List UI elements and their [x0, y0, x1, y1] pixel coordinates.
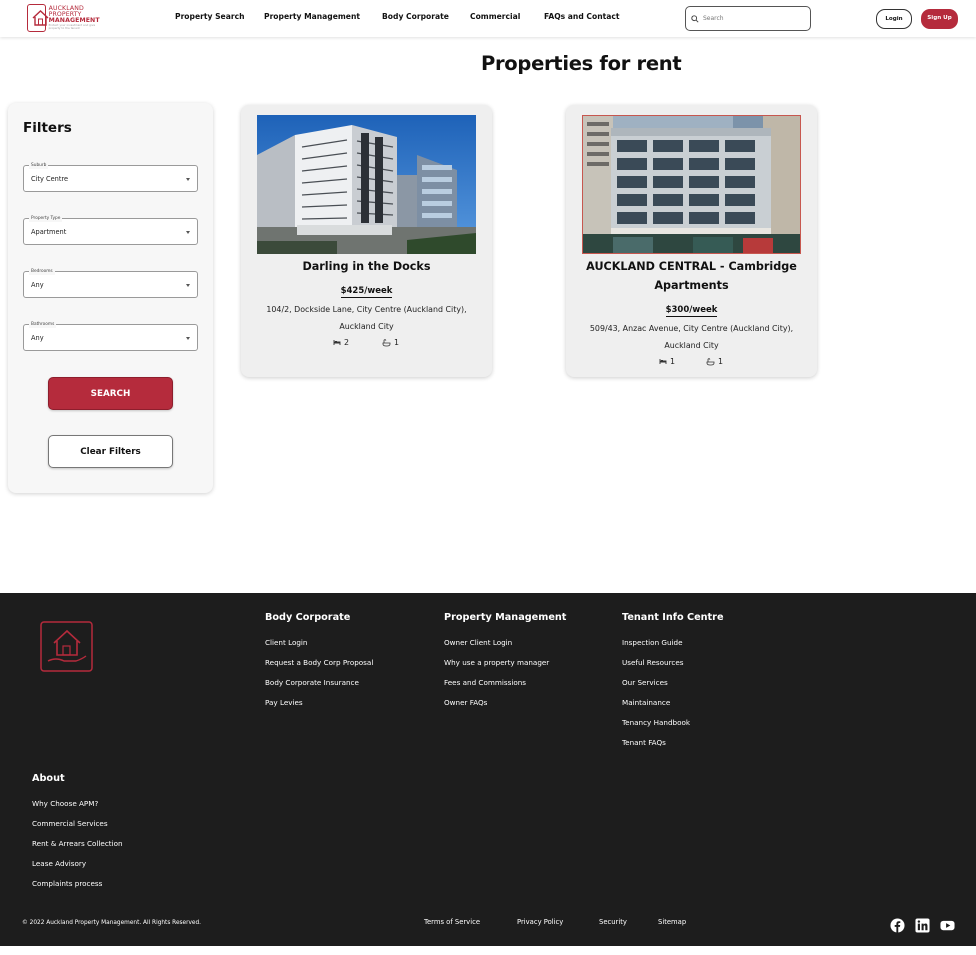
privacy-link[interactable]: Privacy Policy: [517, 918, 563, 926]
bath-icon: [706, 357, 715, 365]
nav-body-corporate[interactable]: Body Corporate: [382, 12, 449, 21]
linkedin-icon[interactable]: [915, 918, 930, 933]
terms-link[interactable]: Terms of Service: [424, 918, 480, 926]
footer-heading-property-management: Property Management: [444, 612, 567, 623]
footer-link[interactable]: Useful Resources: [622, 658, 684, 667]
bath-icon: [382, 338, 391, 346]
bedrooms-feature: 1: [659, 357, 675, 366]
footer-link[interactable]: Request a Body Corp Proposal: [265, 658, 373, 667]
suburb-label: Suburb: [29, 162, 49, 169]
bathrooms-feature: 1: [706, 357, 723, 366]
listing-price: $425/week: [241, 286, 492, 298]
footer-link[interactable]: Owner FAQs: [444, 698, 487, 707]
footer-link[interactable]: Complaints process: [32, 879, 102, 888]
youtube-icon[interactable]: [940, 918, 955, 933]
suburb-select[interactable]: Suburb City Centre: [23, 162, 198, 192]
search-button[interactable]: SEARCH: [48, 377, 173, 410]
suburb-value: City Centre: [31, 175, 69, 183]
footer-link[interactable]: Lease Advisory: [32, 859, 86, 868]
property-type-value: Apartment: [31, 228, 67, 236]
footer-heading-about: About: [32, 773, 65, 784]
bedrooms-value: Any: [31, 281, 44, 289]
bedrooms-feature: 2: [333, 338, 349, 347]
listing-title-line-2[interactable]: Apartments: [566, 276, 817, 295]
bathrooms-count: 1: [394, 338, 400, 347]
search-icon: [691, 14, 699, 23]
property-type-select[interactable]: Property Type Apartment: [23, 215, 198, 245]
bedrooms-count: 1: [670, 357, 676, 366]
bathrooms-feature: 1: [382, 338, 399, 347]
footer-link[interactable]: Pay Levies: [265, 698, 303, 707]
listing-address-line-2: Auckland City: [664, 341, 719, 350]
filters-title: Filters: [23, 120, 72, 136]
bathrooms-label: Bathrooms: [29, 321, 57, 328]
facebook-icon[interactable]: [890, 918, 905, 933]
bed-icon: [659, 359, 667, 364]
login-button[interactable]: Login: [876, 9, 912, 29]
house-hand-logo-icon[interactable]: [40, 621, 93, 672]
footer-heading-tenant-info: Tenant Info Centre: [622, 612, 724, 623]
listing-card[interactable]: AUCKLAND CENTRAL - Cambridge Apartments …: [566, 105, 817, 377]
signup-button[interactable]: Sign Up: [921, 9, 958, 29]
footer-link[interactable]: Client Login: [265, 638, 307, 647]
site-footer: Body Corporate Client Login Request a Bo…: [0, 593, 976, 946]
listing-address-line-1: 104/2, Dockside Lane, City Centre (Auckl…: [266, 305, 467, 314]
footer-link[interactable]: Why use a property manager: [444, 658, 549, 667]
clear-filters-button[interactable]: Clear Filters: [48, 435, 173, 468]
property-type-label: Property Type: [29, 215, 63, 222]
bed-icon: [333, 340, 341, 345]
bathrooms-value: Any: [31, 334, 44, 342]
footer-link[interactable]: Tenancy Handbook: [622, 718, 690, 727]
chevron-down-icon: [186, 231, 190, 234]
price-value: $300/week: [665, 305, 718, 317]
footer-link[interactable]: Body Corporate Insurance: [265, 678, 359, 687]
sitemap-link[interactable]: Sitemap: [658, 918, 686, 926]
site-header: AUCKLAND PROPERTY MANAGEMENT Protect you…: [0, 0, 976, 37]
listing-title-line-1[interactable]: AUCKLAND CENTRAL - Cambridge: [566, 257, 817, 276]
nav-faqs-contact[interactable]: FAQs and Contact: [544, 12, 620, 21]
page-title: Properties for rent: [481, 52, 682, 75]
bedrooms-select[interactable]: Bedrooms Any: [23, 268, 198, 298]
listing-photo[interactable]: [582, 115, 801, 254]
footer-link[interactable]: Owner Client Login: [444, 638, 512, 647]
footer-link[interactable]: Maintainance: [622, 698, 670, 707]
listing-address-line-1: 509/43, Anzac Avenue, City Centre (Auckl…: [589, 324, 794, 333]
nav-property-management[interactable]: Property Management: [264, 12, 360, 21]
listing-card[interactable]: Darling in the Docks $425/week 104/2, Do…: [241, 105, 492, 377]
site-logo[interactable]: AUCKLAND PROPERTY MANAGEMENT Protect you…: [27, 2, 101, 34]
footer-link[interactable]: Inspection Guide: [622, 638, 683, 647]
bathrooms-select[interactable]: Bathrooms Any: [23, 321, 198, 351]
listing-photo[interactable]: [257, 115, 476, 254]
filters-panel: Filters Suburb City Centre Property Type…: [8, 103, 213, 493]
bedrooms-label: Bedrooms: [29, 268, 55, 275]
bedrooms-count: 2: [344, 338, 350, 347]
price-value: $425/week: [340, 286, 393, 298]
chevron-down-icon: [186, 178, 190, 181]
footer-link[interactable]: Rent & Arrears Collection: [32, 839, 123, 848]
listing-address-line-2: Auckland City: [339, 322, 394, 331]
chevron-down-icon: [186, 337, 190, 340]
search-input[interactable]: [703, 15, 803, 22]
footer-heading-body-corporate: Body Corporate: [265, 612, 351, 623]
footer-link[interactable]: Commercial Services: [32, 819, 108, 828]
listing-title[interactable]: Darling in the Docks: [241, 257, 492, 276]
listing-price: $300/week: [566, 305, 817, 317]
logo-tagline: Protect your investment and give propert…: [48, 24, 96, 30]
bathrooms-count: 1: [718, 357, 724, 366]
security-link[interactable]: Security: [599, 918, 627, 926]
footer-link[interactable]: Why Choose APM?: [32, 799, 98, 808]
header-search[interactable]: [685, 6, 811, 31]
chevron-down-icon: [186, 284, 190, 287]
footer-link[interactable]: Tenant FAQs: [622, 738, 666, 747]
nav-property-search[interactable]: Property Search: [175, 12, 244, 21]
footer-link[interactable]: Fees and Commissions: [444, 678, 526, 687]
copyright: © 2022 Auckland Property Management. All…: [22, 920, 202, 926]
house-logo-icon: [27, 4, 49, 32]
nav-commercial[interactable]: Commercial: [470, 12, 520, 21]
footer-link[interactable]: Our Services: [622, 678, 668, 687]
